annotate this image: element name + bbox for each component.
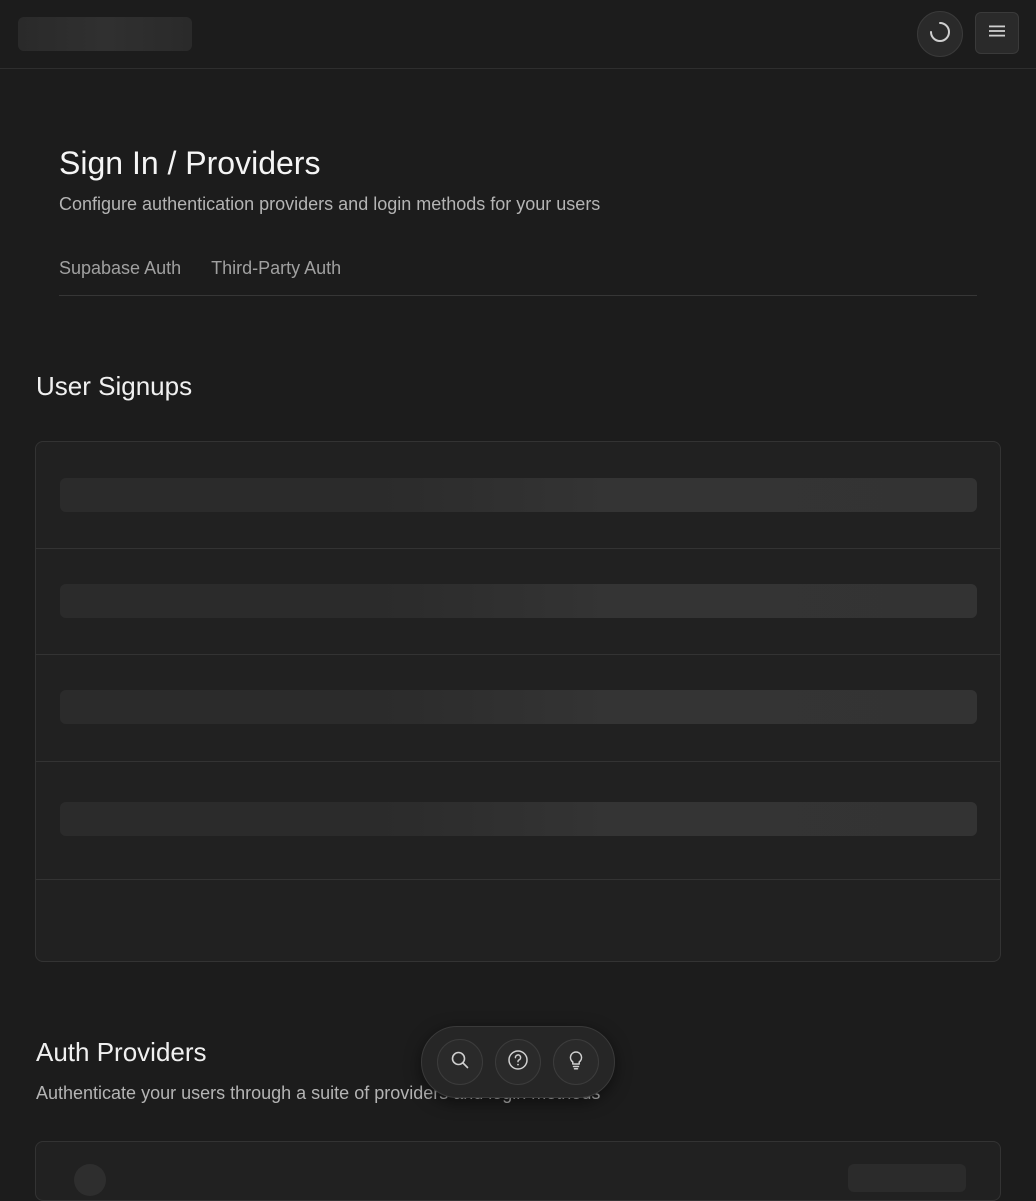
- lightbulb-icon: [565, 1049, 587, 1076]
- loading-row: [36, 442, 1000, 549]
- page-header: Sign In / Providers Configure authentica…: [59, 140, 977, 216]
- search-icon: [450, 1050, 470, 1075]
- auth-providers-title: Auth Providers: [36, 1037, 207, 1067]
- skeleton-bar: [60, 690, 977, 724]
- provider-status-placeholder: [848, 1164, 966, 1192]
- loading-row: [36, 655, 1000, 762]
- tips-button[interactable]: [553, 1039, 599, 1085]
- search-button[interactable]: [437, 1039, 483, 1085]
- loading-row: [36, 549, 1000, 655]
- skeleton-bar: [60, 802, 977, 836]
- skeleton-bar: [60, 478, 977, 512]
- top-bar: [0, 0, 1036, 69]
- help-button[interactable]: [495, 1039, 541, 1085]
- tab-third-party-auth[interactable]: Third-Party Auth: [211, 254, 341, 295]
- logo-skeleton: [18, 17, 192, 51]
- page-subtitle: Configure authentication providers and l…: [59, 194, 601, 214]
- spinner-icon: [929, 21, 951, 48]
- loading-button[interactable]: [917, 11, 963, 57]
- floating-toolbar: [421, 1026, 615, 1098]
- help-icon: [507, 1049, 529, 1076]
- auth-tabs: Supabase Auth Third-Party Auth: [59, 254, 977, 296]
- page-title: Sign In / Providers: [59, 145, 321, 181]
- auth-providers-card: [35, 1141, 1001, 1201]
- loading-row: [36, 762, 1000, 880]
- user-signups-card: [35, 441, 1001, 962]
- hamburger-menu-icon: [988, 23, 1006, 44]
- user-signups-title: User Signups: [36, 371, 193, 401]
- skeleton-bar: [60, 584, 977, 618]
- tab-supabase-auth[interactable]: Supabase Auth: [59, 254, 181, 295]
- menu-button[interactable]: [975, 12, 1019, 54]
- provider-icon-placeholder: [74, 1164, 106, 1196]
